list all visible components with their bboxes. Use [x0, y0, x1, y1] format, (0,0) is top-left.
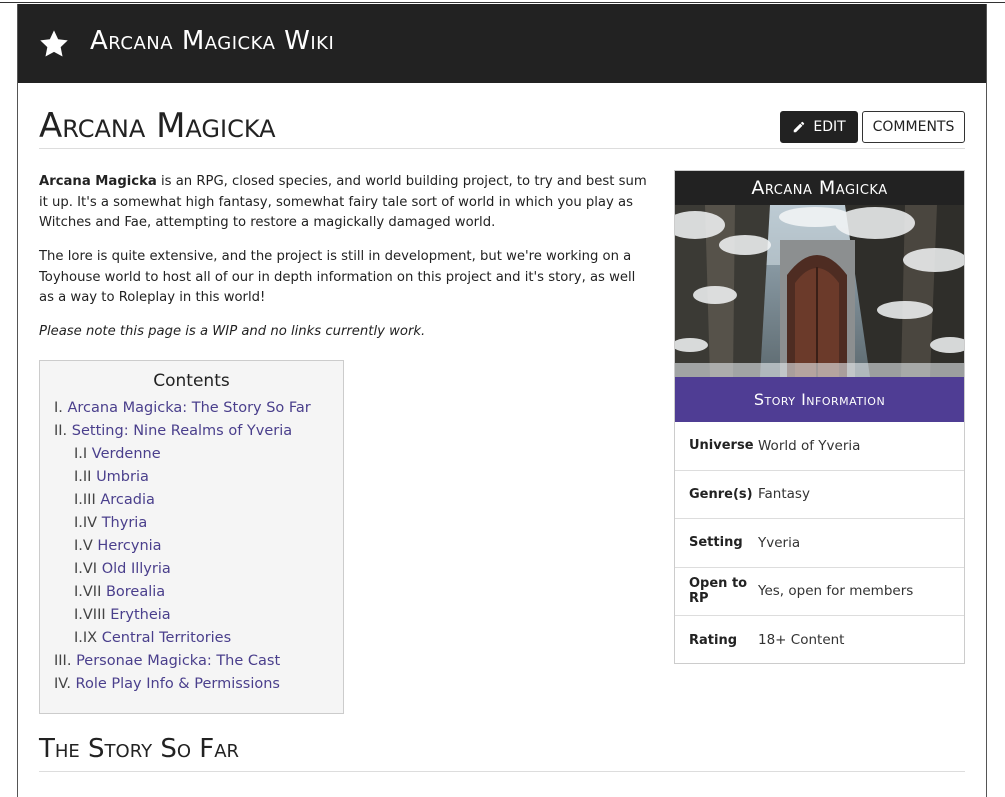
infobox-row: Universe World of Yveria [675, 422, 964, 471]
toc-item-number: I.II [74, 469, 97, 485]
title-divider [39, 148, 965, 149]
infobox-row-label: Open to RP [689, 576, 748, 607]
toc-item: I. Arcana Magicka: The Story So Far [54, 397, 311, 420]
infobox-title: Arcana Magicka [675, 171, 964, 205]
toc-item: I.IV Thyria [54, 512, 311, 535]
wiki-page: Arcana Magicka Wiki Arcana Magicka EDIT … [17, 4, 987, 797]
toc-item-number: I.IX [74, 630, 102, 646]
infobox-row-value: Yes, open for members [758, 583, 914, 600]
toc-link[interactable]: Setting: Nine Realms of Yveria [72, 423, 292, 439]
toc-link[interactable]: Arcana Magicka: The Story So Far [68, 400, 311, 416]
comments-label: COMMENTS [872, 119, 955, 135]
toc-link[interactable]: Thyria [102, 515, 148, 531]
toc-item: III. Personae Magicka: The Cast [54, 650, 311, 673]
toc-link[interactable]: Verdenne [92, 446, 161, 462]
star-icon[interactable] [38, 28, 70, 60]
edit-button[interactable]: EDIT [780, 111, 858, 143]
toc-item-number: IV. [54, 676, 76, 692]
toc-link[interactable]: Umbria [96, 469, 149, 485]
toc-item: IV. Role Play Info & Permissions [54, 673, 311, 696]
toc-link[interactable]: Arcadia [100, 492, 155, 508]
toc-link[interactable]: Old Illyria [102, 561, 171, 577]
toc-item: I.II Umbria [54, 466, 311, 489]
infobox-row-value: World of Yveria [758, 437, 861, 454]
toc-link[interactable]: Role Play Info & Permissions [76, 676, 280, 692]
toc-item: I.VI Old Illyria [54, 558, 311, 581]
toc-item: I.IX Central Territories [54, 627, 311, 650]
toc-item-number: I.VII [74, 584, 106, 600]
toc-item: I.VII Borealia [54, 581, 311, 604]
toc-link[interactable]: Hercynia [97, 538, 161, 554]
toc-item-number: II. [54, 423, 72, 439]
site-title[interactable]: Arcana Magicka Wiki [90, 26, 334, 56]
infobox-row-value: Fantasy [758, 486, 810, 503]
infobox-row-value: Yveria [758, 534, 801, 551]
toc-title: Contents [153, 371, 230, 391]
infobox-row-label: Universe [689, 438, 754, 454]
wip-note: Please note this page is a WIP and no li… [39, 324, 426, 339]
infobox-row: Genre(s) Fantasy [675, 471, 964, 519]
toc-item-number: I.III [74, 492, 101, 508]
site-header: Arcana Magicka Wiki [18, 4, 986, 83]
toc-item-number: I.VI [74, 561, 102, 577]
toc-item: I.V Hercynia [54, 535, 311, 558]
page-title: Arcana Magicka [39, 106, 276, 146]
infobox-row-label: Genre(s) [689, 486, 753, 502]
edit-label: EDIT [813, 119, 846, 135]
intro-bold-term: Arcana Magicka [39, 174, 157, 189]
infobox-row: Setting Yveria [675, 519, 964, 568]
comments-button[interactable]: COMMENTS [862, 111, 965, 143]
pencil-icon [794, 121, 805, 133]
infobox-row-value: 18+ Content [758, 632, 845, 649]
toc-item-number: I. [54, 400, 68, 416]
intro-paragraph-2: The lore is quite extensive, and the pro… [39, 249, 636, 305]
toc-item-number: I.I [74, 446, 92, 462]
toc-link[interactable]: Borealia [106, 584, 165, 600]
toc-list: I. Arcana Magicka: The Story So Far II. S… [54, 397, 311, 696]
section-divider [39, 771, 965, 772]
toc-link[interactable]: Erytheia [110, 607, 170, 623]
toc-item: I.VIII Erytheia [54, 604, 311, 627]
infobox-section-header: Story Information [675, 377, 964, 422]
toc-link[interactable]: Central Territories [102, 630, 231, 646]
toc-item-number: I.V [74, 538, 98, 554]
infobox-row-label: Setting [689, 535, 743, 551]
section-title-story: The Story So Far [39, 734, 240, 764]
table-of-contents: Contents I. Arcana Magicka: The Story So… [39, 360, 344, 714]
infobox-rows: Universe World of Yveria Genre(s) Fantasy Se… [675, 422, 964, 665]
toc-item: I.I Verdenne [54, 443, 311, 466]
infobox: Arcana Magicka Story Information Univers… [674, 170, 965, 664]
infobox-row: Open to RP Yes, open for members [675, 568, 964, 616]
window-top-border [0, 2, 1005, 3]
toc-link[interactable]: Personae Magicka: The Cast [76, 653, 280, 669]
infobox-row-label: Rating [689, 632, 738, 648]
toc-item-number: I.IV [74, 515, 102, 531]
infobox-image [675, 205, 964, 377]
infobox-row: Rating 18+ Content [675, 616, 964, 665]
intro-paragraph-1: Arcana Magicka is an RPG, closed species… [39, 172, 649, 234]
toc-item: II. Setting: Nine Realms of Yveria [54, 420, 311, 443]
toc-item-number: I.VIII [74, 607, 111, 623]
toc-item-number: III. [54, 653, 77, 669]
toc-item: I.III Arcadia [54, 489, 311, 512]
